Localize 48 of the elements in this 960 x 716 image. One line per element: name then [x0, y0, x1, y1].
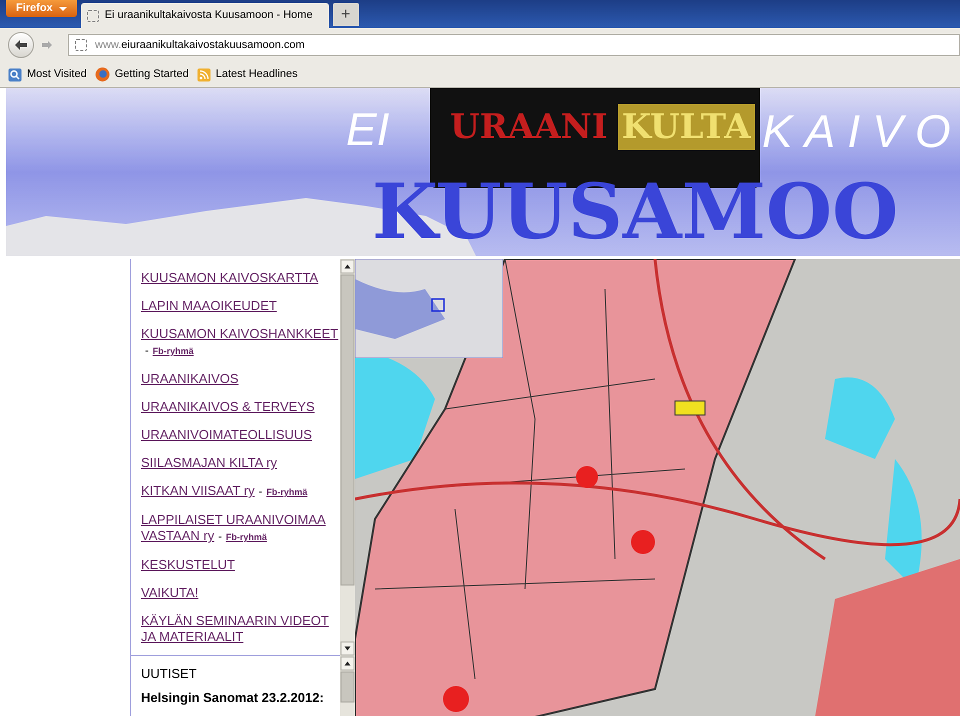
news-headline: Helsingin Sanomat 23.2.2012:	[141, 690, 324, 706]
bookmark-item[interactable]: Most Visited	[8, 66, 87, 83]
facebook-group-link[interactable]: Fb-ryhmä	[152, 346, 194, 356]
page-icon	[75, 39, 87, 51]
menu-link[interactable]: URAANIKAIVOS & TERVEYS	[141, 399, 315, 415]
forward-arrow-icon	[41, 40, 53, 50]
page-icon	[86, 10, 99, 22]
feed-icon	[196, 68, 211, 82]
separator-text: -	[218, 531, 222, 543]
facebook-group-link[interactable]: Fb-ryhmä	[226, 532, 267, 542]
overview-map[interactable]	[355, 259, 503, 358]
menu-link[interactable]: VAIKUTA!	[141, 585, 198, 601]
globe-icon	[94, 67, 110, 82]
banner-word: EI	[346, 106, 390, 152]
menu-link[interactable]: URAANIVOIMATEOLLISUUS	[141, 427, 312, 443]
caret-icon	[58, 6, 67, 10]
back-button[interactable]	[8, 32, 34, 58]
facebook-group-link[interactable]: Fb-ryhmä	[266, 487, 308, 497]
menu-link[interactable]: KESKUSTELUT	[141, 557, 235, 573]
scrollbar[interactable]	[340, 656, 355, 716]
url-text: www.eiuraanikultakaivostakuusamoon.com	[95, 38, 305, 53]
news-heading: UUTISET	[141, 666, 198, 682]
menu-link[interactable]: SIILASMAJAN KILTA ry	[141, 455, 278, 471]
menu-link[interactable]: LAPIN MAAOIKEUDET	[141, 298, 277, 314]
magnifier-icon	[8, 68, 22, 82]
separator-text: -	[258, 486, 262, 498]
menu-link[interactable]: JA MATERIAALIT	[141, 629, 244, 645]
back-arrow-icon	[14, 39, 28, 51]
menu-link[interactable]: VASTAAN ry	[141, 528, 214, 544]
bookmark-item[interactable]: Latest Headlines	[196, 66, 298, 83]
menu-link[interactable]: KÄYLÄN SEMINAARIN VIDEOT	[141, 613, 329, 629]
menu-link[interactable]: KUUSAMON KAIVOSKARTTA	[141, 270, 318, 286]
separator-text: -	[145, 345, 149, 357]
tab-title: Ei uraanikultakaivosta Kuusamoon - Home	[104, 8, 313, 24]
menu-link[interactable]: KITKAN VIISAAT ry	[141, 483, 255, 499]
menu-link[interactable]: KUUSAMON KAIVOSHANKKEET	[141, 326, 338, 342]
browser-tab[interactable]: Ei uraanikultakaivosta Kuusamoon - Home	[80, 3, 329, 28]
banner-word: KULTA	[618, 104, 755, 150]
address-field[interactable]: www.eiuraanikultakaivostakuusamoon.com	[68, 34, 960, 56]
bookmark-item[interactable]: Getting Started	[94, 66, 189, 83]
banner-word: KAIVO	[762, 108, 960, 154]
menu-link[interactable]: URAANIKAIVOS	[141, 371, 239, 387]
banner-title: KUUSAMOO	[372, 174, 898, 250]
banner-word: URAANI	[450, 110, 608, 144]
menu-link[interactable]: LAPPILAISET URAANIVOIMAA	[141, 512, 326, 528]
new-tab-button[interactable]: +	[332, 3, 359, 26]
map-drawing[interactable]	[355, 259, 960, 716]
scrollbar[interactable]	[340, 259, 356, 656]
